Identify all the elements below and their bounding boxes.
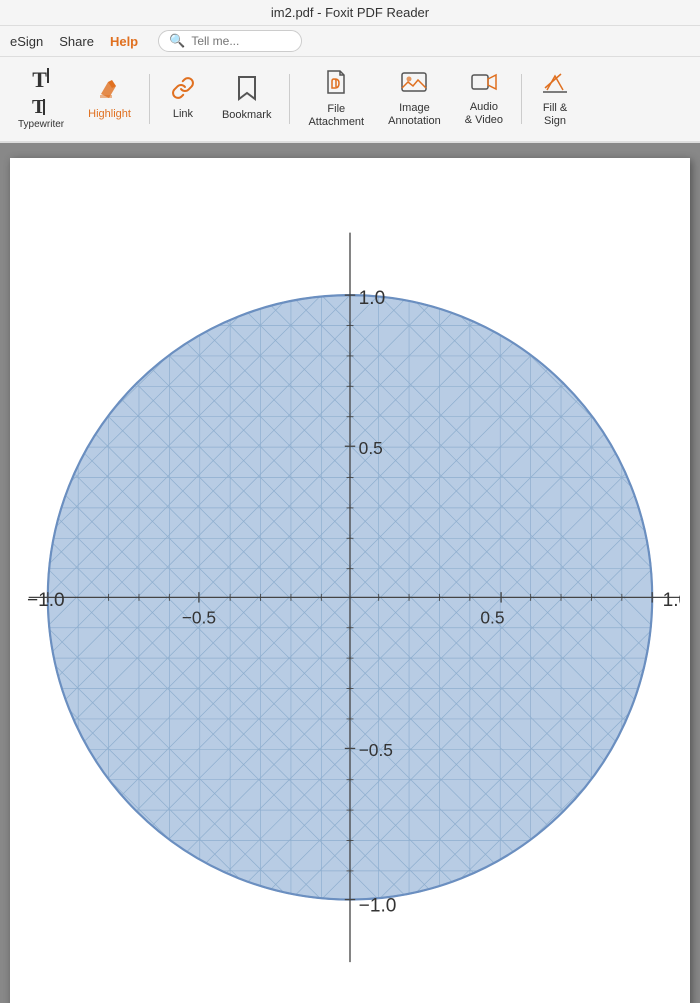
y-axis-mid-pos-label: 0.5 — [359, 438, 383, 458]
toolbar: T T Typewriter Highlight Link — [0, 57, 700, 143]
image-annotation-label: Image Annotation — [388, 102, 441, 128]
tool-typewriter[interactable]: T T Typewriter — [8, 63, 74, 135]
tool-bookmark[interactable]: Bookmark — [212, 71, 282, 126]
tool-image-annotation[interactable]: Image Annotation — [378, 66, 451, 132]
bookmark-icon — [236, 75, 258, 107]
tool-file-attachment[interactable]: File Attachment — [298, 65, 374, 133]
image-annotation-icon — [400, 70, 428, 100]
menu-bar: eSign Share Help 🔍 — [0, 26, 700, 57]
toolbar-divider-3 — [521, 74, 522, 124]
highlight-icon — [98, 76, 122, 106]
toolbar-divider-2 — [289, 74, 290, 124]
typewriter-label: T — [30, 95, 52, 117]
link-label: Link — [173, 108, 193, 121]
menu-esign[interactable]: eSign — [10, 34, 43, 49]
tool-highlight[interactable]: Highlight — [78, 72, 141, 125]
menu-help[interactable]: Help — [110, 34, 138, 49]
toolbar-divider-1 — [149, 74, 150, 124]
chart-container: 1.0 −1.0 0.5 −0.5 1.0 −1.0 0.5 −0.5 — [10, 168, 690, 1003]
y-axis-pos-label: 1.0 — [359, 288, 386, 309]
file-attachment-icon — [324, 69, 348, 101]
x-axis-pos-label: 1.0 — [663, 590, 680, 611]
unit-circle-chart: 1.0 −1.0 0.5 −0.5 1.0 −1.0 0.5 −0.5 — [20, 183, 680, 1003]
title-bar: im2.pdf - Foxit PDF Reader — [0, 0, 700, 26]
audio-video-icon — [470, 71, 498, 99]
bookmark-label: Bookmark — [222, 109, 272, 122]
fill-sign-icon — [541, 70, 569, 100]
y-axis-mid-neg-label: −0.5 — [359, 740, 393, 760]
typewriter-icon: T — [32, 67, 50, 93]
highlight-label: Highlight — [88, 108, 131, 121]
x-axis-mid-pos-label: 0.5 — [480, 607, 504, 627]
search-icon: 🔍 — [169, 33, 185, 49]
audio-video-label: Audio & Video — [465, 101, 503, 127]
search-input[interactable] — [191, 34, 291, 48]
y-axis-neg-label: −1.0 — [359, 896, 397, 917]
menu-share[interactable]: Share — [59, 34, 94, 49]
fill-sign-label: Fill & Sign — [543, 102, 567, 128]
typewriter-text: Typewriter — [18, 119, 64, 131]
tool-audio-video[interactable]: Audio & Video — [455, 67, 513, 131]
pdf-area: 1.0 −1.0 0.5 −0.5 1.0 −1.0 0.5 −0.5 — [0, 143, 700, 1003]
title-text: im2.pdf - Foxit PDF Reader — [271, 5, 429, 20]
x-axis-neg-label: −1.0 — [27, 590, 65, 611]
file-attachment-label: File Attachment — [308, 103, 364, 129]
search-box[interactable]: 🔍 — [158, 30, 302, 52]
tool-fill-sign[interactable]: Fill & Sign — [530, 66, 580, 132]
tool-link[interactable]: Link — [158, 72, 208, 125]
link-icon — [171, 76, 195, 106]
x-axis-mid-neg-label: −0.5 — [182, 607, 216, 627]
pdf-page: 1.0 −1.0 0.5 −0.5 1.0 −1.0 0.5 −0.5 — [10, 158, 690, 1003]
